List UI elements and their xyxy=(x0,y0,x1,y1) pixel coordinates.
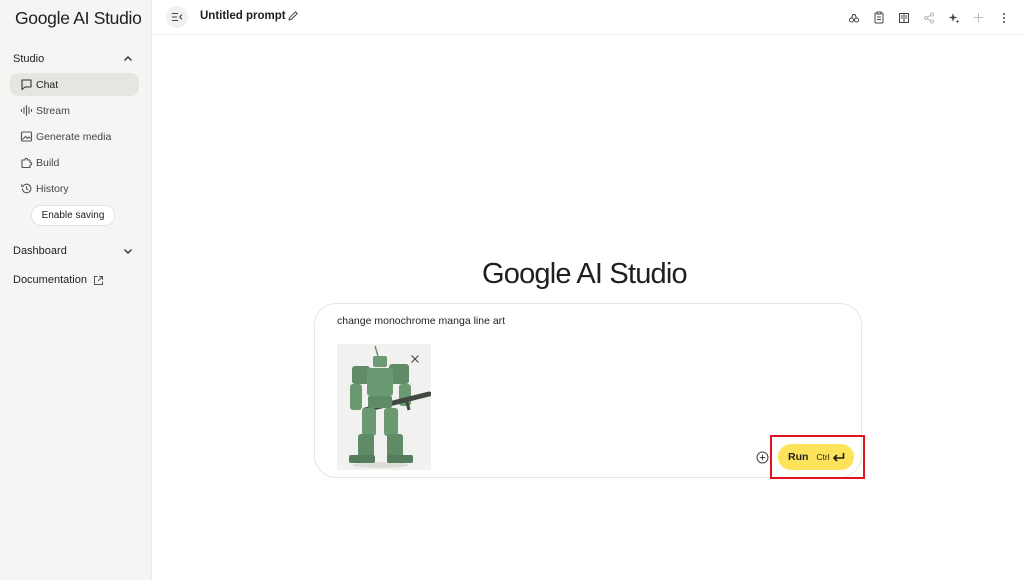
sidebar-item-label: Chat xyxy=(36,78,59,91)
sidebar-item-history[interactable]: History xyxy=(10,177,139,200)
dashboard-section-label: Dashboard xyxy=(13,245,67,257)
documentation-link[interactable]: Documentation xyxy=(13,271,104,289)
close-icon xyxy=(411,355,419,363)
sidebar: Google AI Studio Studio Chat Stream Gene… xyxy=(0,0,152,580)
enable-saving-button[interactable]: Enable saving xyxy=(31,205,115,226)
compare-icon[interactable] xyxy=(847,9,860,26)
add-icon[interactable] xyxy=(972,9,985,26)
run-button-highlight xyxy=(770,435,865,479)
prompt-input-text[interactable]: change monochrome manga line art xyxy=(337,315,505,327)
chat-icon xyxy=(19,78,33,92)
documentation-label: Documentation xyxy=(13,274,87,286)
sidebar-item-stream[interactable]: Stream xyxy=(10,99,139,122)
sidebar-item-generate-media[interactable]: Generate media xyxy=(10,125,139,148)
more-icon[interactable] xyxy=(997,9,1010,26)
history-icon xyxy=(19,182,33,196)
collapse-sidebar-icon xyxy=(172,12,183,22)
studio-section-label: Studio xyxy=(13,53,45,65)
sidebar-item-chat[interactable]: Chat xyxy=(10,73,139,96)
sidebar-item-build[interactable]: Build xyxy=(10,151,139,174)
studio-section-toggle[interactable]: Studio xyxy=(0,48,152,70)
edit-title-icon[interactable] xyxy=(287,10,300,23)
chevron-down-icon xyxy=(122,245,134,257)
sparkle-icon[interactable] xyxy=(947,9,960,26)
sidebar-item-label: Stream xyxy=(36,104,70,117)
collapse-sidebar-button[interactable] xyxy=(166,6,188,28)
add-media-button[interactable] xyxy=(756,451,769,464)
sidebar-item-label: Generate media xyxy=(36,130,112,143)
sidebar-item-label: History xyxy=(36,182,69,195)
clipboard-icon[interactable] xyxy=(872,9,885,26)
add-circle-icon xyxy=(756,451,769,464)
puzzle-icon xyxy=(19,156,33,170)
remove-attachment-button[interactable] xyxy=(408,352,422,366)
brand-heading: Google AI Studio xyxy=(482,258,688,290)
toolbar-actions xyxy=(847,9,1010,26)
share-icon[interactable] xyxy=(922,9,935,26)
sidebar-item-label: Build xyxy=(36,156,60,169)
chevron-up-icon xyxy=(122,53,134,65)
dashboard-section-toggle[interactable]: Dashboard xyxy=(0,240,152,262)
prompt-title: Untitled prompt xyxy=(200,10,286,22)
app-window: Google AI Studio Studio Chat Stream Gene… xyxy=(0,0,1024,580)
image-icon xyxy=(19,130,33,144)
external-link-icon xyxy=(93,275,104,286)
book-icon[interactable] xyxy=(897,9,910,26)
top-bar: Untitled prompt xyxy=(153,0,1024,35)
app-logo[interactable]: Google AI Studio xyxy=(15,8,142,29)
waveform-icon xyxy=(19,104,33,118)
